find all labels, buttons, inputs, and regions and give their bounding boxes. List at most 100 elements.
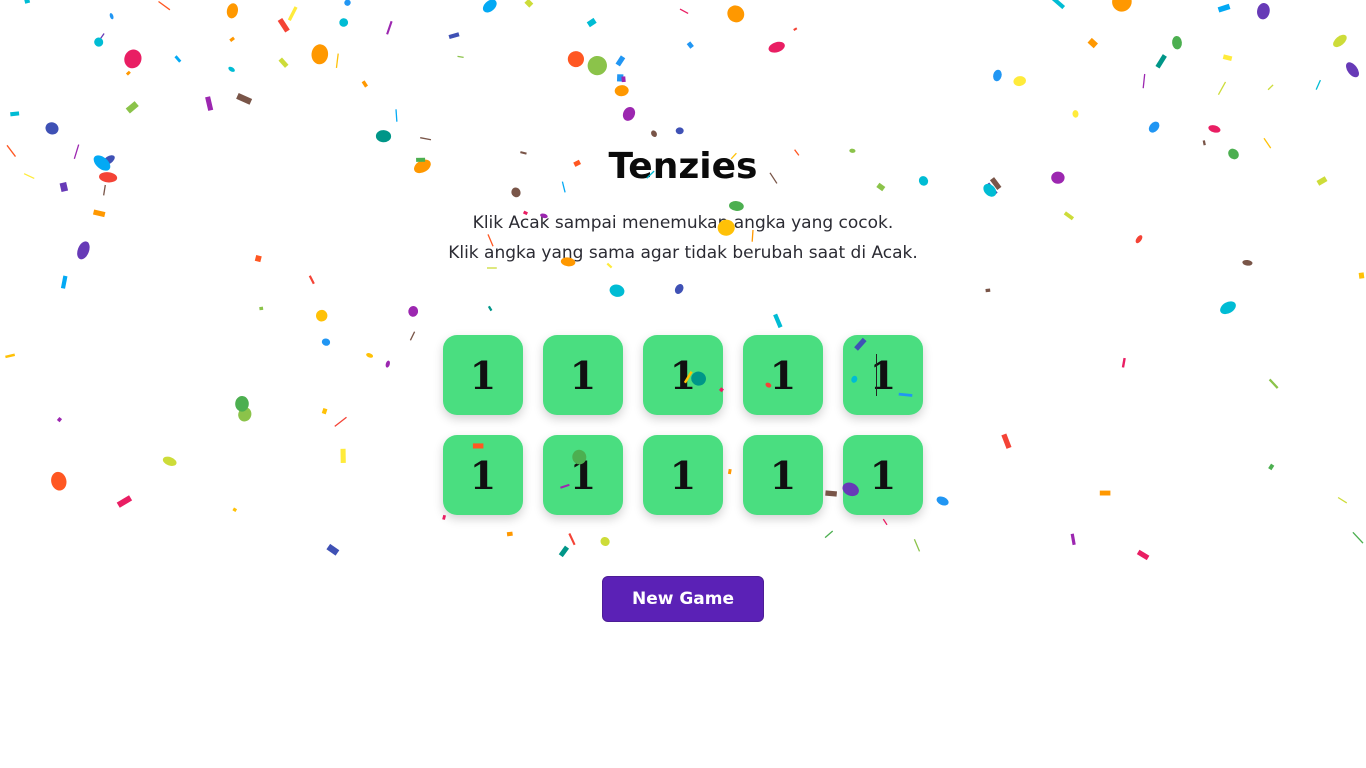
confetti-piece	[23, 0, 31, 4]
confetti-piece	[10, 111, 20, 117]
confetti-piece	[277, 17, 290, 33]
die-4[interactable]: 1	[743, 335, 823, 415]
die-10[interactable]: 1	[843, 435, 923, 515]
confetti-piece	[1268, 463, 1275, 471]
confetti-piece	[442, 514, 446, 520]
confetti-piece	[315, 309, 328, 322]
confetti-piece	[409, 331, 416, 341]
confetti-piece	[1155, 54, 1167, 69]
confetti-piece	[622, 106, 636, 121]
confetti-piece	[913, 539, 921, 552]
confetti-piece	[60, 275, 68, 289]
confetti-piece	[587, 55, 607, 76]
confetti-piece	[228, 66, 235, 72]
confetti-piece	[621, 76, 626, 83]
confetti-piece	[125, 101, 139, 114]
confetti-piece	[308, 275, 315, 285]
die-3[interactable]: 1	[643, 335, 723, 415]
confetti-piece	[1337, 496, 1348, 504]
confetti-piece	[278, 57, 289, 68]
confetti-piece	[558, 545, 570, 558]
confetti-piece	[1358, 272, 1365, 279]
die-5[interactable]: 1	[843, 335, 923, 415]
confetti-piece	[1220, 301, 1236, 315]
confetti-piece	[226, 3, 239, 19]
confetti-piece	[1013, 76, 1026, 87]
confetti-piece	[109, 13, 114, 20]
confetti-piece	[97, 33, 105, 42]
die-1[interactable]: 1	[443, 335, 523, 415]
confetti-piece	[124, 49, 142, 69]
confetti-piece	[340, 448, 346, 463]
confetti-piece	[1333, 34, 1347, 48]
new-game-button[interactable]: New Game	[602, 576, 764, 622]
confetti-piece	[457, 55, 464, 59]
confetti-piece	[993, 69, 1002, 82]
confetti-piece	[482, 0, 497, 13]
confetti-piece	[1202, 140, 1206, 146]
confetti-piece	[125, 70, 131, 76]
confetti-piece	[615, 55, 626, 67]
confetti-piece	[339, 18, 349, 27]
confetti-piece	[321, 338, 331, 346]
confetti-piece	[1346, 62, 1359, 78]
confetti-piece	[1099, 490, 1111, 496]
confetti-piece	[651, 130, 657, 138]
confetti-piece	[1217, 81, 1227, 95]
confetti-piece	[824, 530, 834, 539]
confetti-piece	[1222, 54, 1233, 61]
confetti-piece	[5, 353, 16, 359]
confetti-piece	[686, 41, 694, 49]
confetti-piece	[727, 5, 745, 23]
confetti-piece	[936, 496, 949, 506]
die-9[interactable]: 1	[743, 435, 823, 515]
confetti-piece	[1217, 3, 1231, 13]
die-2[interactable]: 1	[543, 335, 623, 415]
confetti-piece	[408, 306, 419, 317]
confetti-piece	[616, 74, 624, 82]
dice-grid: 1 1 1 1 1 1 1 1 1 1	[443, 335, 923, 515]
instruction-line-1: Klik Acak sampai menemukan angka yang co…	[472, 213, 894, 233]
confetti-piece	[259, 306, 264, 311]
confetti-piece	[1257, 3, 1270, 20]
confetti-piece	[600, 61, 604, 66]
confetti-piece	[679, 8, 689, 14]
confetti-piece	[1315, 79, 1321, 90]
confetti-piece	[385, 360, 390, 368]
confetti-piece	[236, 92, 253, 105]
confetti-piece	[94, 37, 104, 47]
confetti-piece	[1208, 125, 1221, 133]
confetti-piece	[448, 32, 460, 40]
confetti-piece	[116, 495, 133, 508]
confetti-piece	[238, 407, 252, 422]
confetti-piece	[158, 0, 171, 11]
confetti-piece	[366, 353, 374, 358]
confetti-piece	[487, 305, 493, 312]
confetti-piece	[768, 41, 785, 53]
confetti-piece	[568, 533, 576, 546]
confetti-piece	[511, 187, 521, 198]
die-8[interactable]: 1	[643, 435, 723, 515]
confetti-piece	[524, 0, 534, 8]
confetti-piece	[1001, 433, 1012, 449]
confetti-piece	[567, 51, 584, 68]
confetti-piece	[174, 55, 182, 63]
confetti-piece	[395, 109, 398, 122]
confetti-piece	[386, 20, 393, 35]
confetti-piece	[361, 80, 369, 88]
confetti-piece	[1112, 0, 1132, 12]
text-cursor	[876, 354, 877, 396]
confetti-piece	[1087, 37, 1098, 49]
confetti-piece	[326, 543, 340, 556]
confetti-piece	[674, 284, 684, 294]
confetti-piece	[1142, 73, 1146, 89]
confetti-piece	[205, 96, 214, 111]
confetti-piece	[1172, 36, 1182, 50]
confetti-piece	[45, 122, 59, 135]
die-6[interactable]: 1	[443, 435, 523, 515]
die-7[interactable]: 1	[543, 435, 623, 515]
confetti-piece	[1352, 531, 1364, 544]
confetti-piece	[335, 53, 339, 68]
confetti-piece	[1072, 110, 1079, 118]
confetti-piece	[773, 313, 783, 329]
